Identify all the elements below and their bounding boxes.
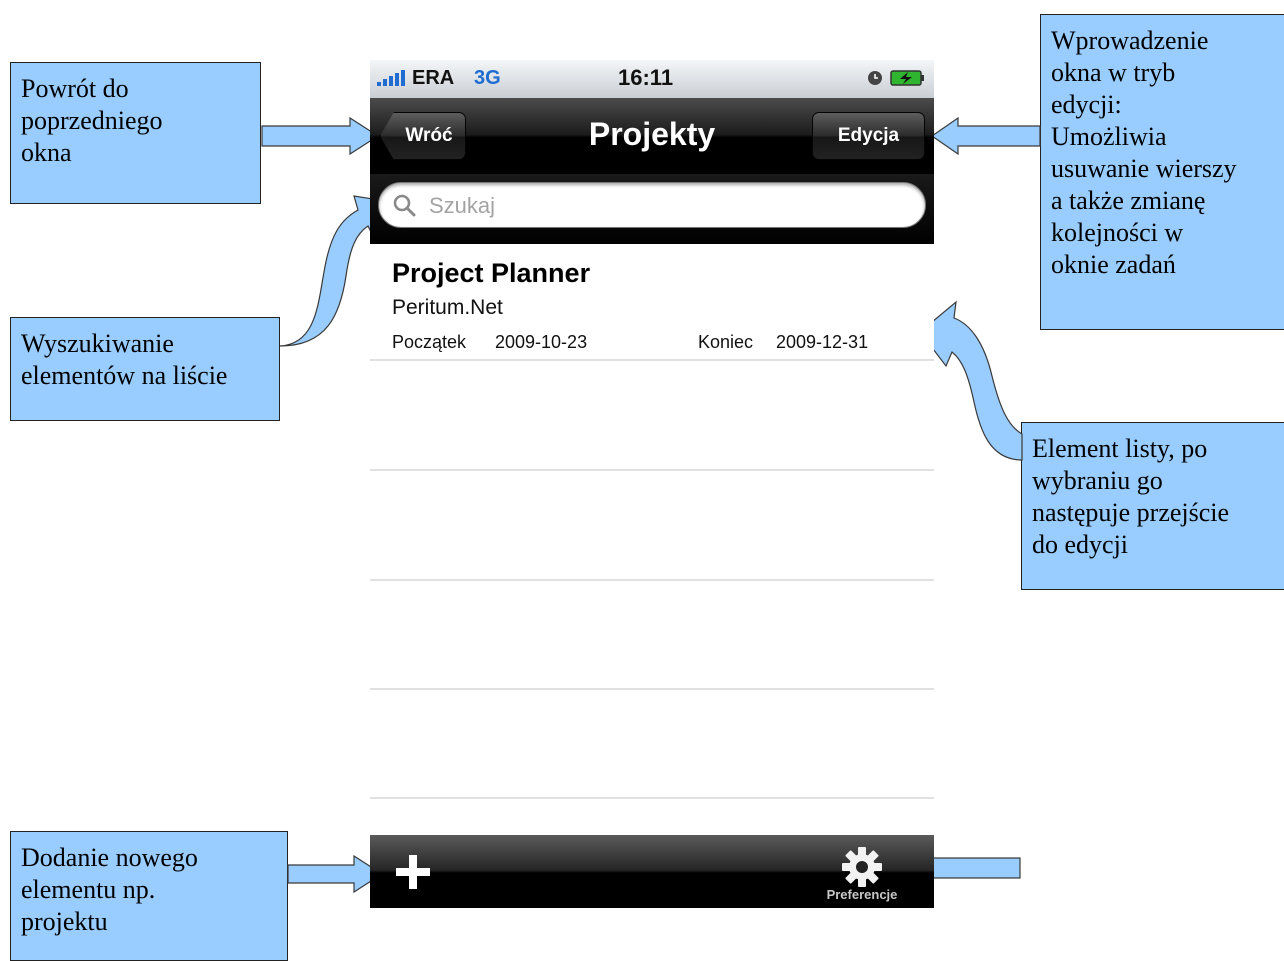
search-bar — [370, 174, 934, 244]
search-icon — [393, 194, 416, 217]
search-input[interactable] — [427, 190, 911, 222]
callout-add-description: Dodanie nowego elementu np. projektu — [10, 831, 288, 961]
carrier-name: ERA — [412, 67, 455, 89]
callout-search-text: Wyszukiwanie elementów na liście — [21, 329, 228, 390]
callout-list-item-description: Element listy, po wybraniu go następuje … — [1021, 422, 1284, 590]
phone-screen: ERA 3G 16:11 Wróć Projekty Edycja Projec… — [370, 60, 934, 908]
callout-search-description: Wyszukiwanie elementów na liście — [10, 317, 280, 421]
signal-strength-icon — [377, 70, 405, 86]
list-separator — [370, 579, 934, 581]
end-date-value: 2009-12-31 — [776, 332, 869, 352]
list-item[interactable]: Project Planner Peritum.Net Początek 200… — [370, 244, 934, 361]
alarm-clock-icon — [868, 71, 882, 85]
status-time: 16:11 — [618, 65, 674, 90]
gear-icon — [842, 847, 882, 887]
network-type: 3G — [474, 67, 501, 89]
list-separator — [370, 688, 934, 690]
arrow-to-edit-button — [930, 116, 1041, 156]
navigation-bar: Wróć Projekty Edycja — [370, 98, 934, 174]
start-date-value: 2009-10-23 — [495, 332, 588, 352]
settings-button[interactable]: Preferencje — [814, 843, 910, 907]
end-date-label: Koniec — [698, 332, 754, 352]
list-separator — [370, 797, 934, 799]
callout-add-text: Dodanie nowego elementu np. projektu — [21, 843, 198, 936]
settings-label: Preferencje — [826, 887, 898, 902]
project-name: Project Planner — [392, 258, 591, 288]
plus-icon — [396, 855, 430, 889]
project-company: Peritum.Net — [392, 296, 503, 319]
search-field[interactable] — [378, 182, 926, 228]
callout-edit-description: Wprowadzenie okna w tryb edycji: Umożliw… — [1040, 14, 1284, 330]
status-bar: ERA 3G 16:11 — [370, 60, 934, 99]
start-date-label: Początek — [392, 332, 467, 352]
battery-charging-icon — [890, 70, 924, 86]
list-separator — [370, 469, 934, 471]
add-button[interactable] — [396, 855, 430, 889]
edit-button[interactable]: Edycja — [812, 112, 925, 160]
callout-item-text: Element listy, po wybraniu go następuje … — [1032, 434, 1230, 559]
callout-back-description: Powrót do poprzedniego okna — [10, 62, 261, 204]
arrow-to-back-button — [261, 116, 380, 156]
callout-edit-text: Wprowadzenie okna w tryb edycji: Umożliw… — [1051, 26, 1237, 279]
callout-back-text: Powrót do poprzedniego okna — [21, 74, 163, 167]
bottom-toolbar: Preferencje — [370, 835, 934, 908]
